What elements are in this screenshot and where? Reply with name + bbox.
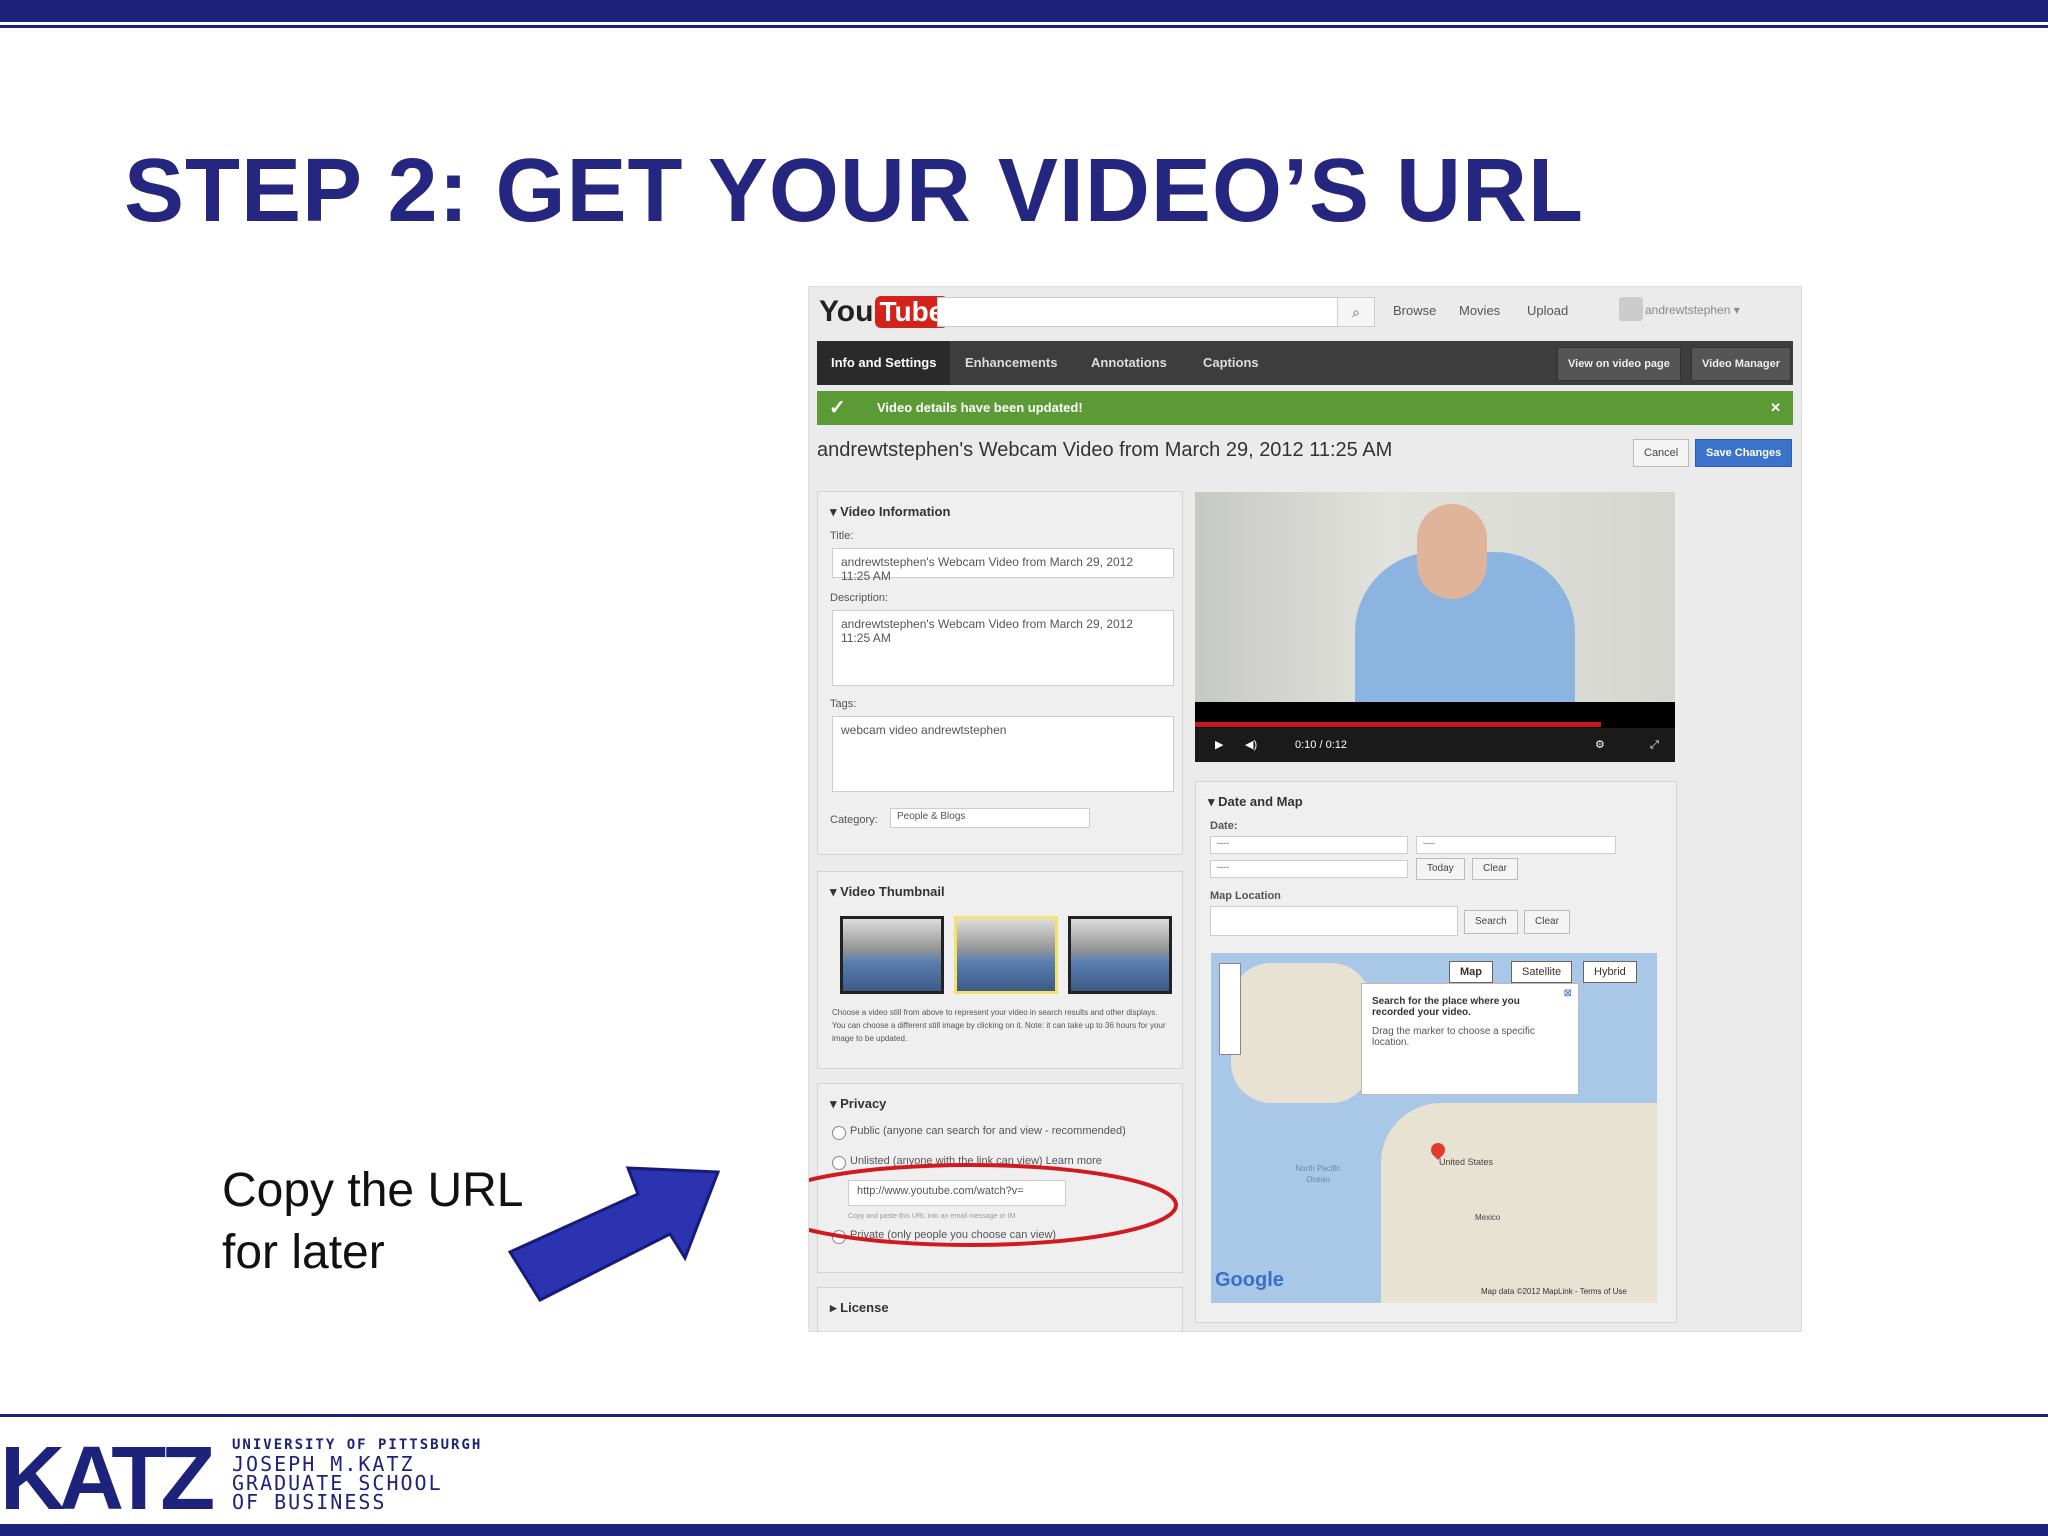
google-logo: Google [1215, 1269, 1284, 1291]
video-thumbnail-panel: ▾ Video Thumbnail Choose a video still f… [817, 871, 1183, 1069]
map-clear-button[interactable]: Clear [1524, 910, 1570, 934]
thumbnail-2[interactable] [954, 916, 1058, 994]
tab-info-settings[interactable]: Info and Settings [817, 341, 951, 385]
privacy-public-radio[interactable] [832, 1126, 846, 1140]
video-thumbnail-heading[interactable]: ▾ Video Thumbnail [830, 884, 945, 900]
view-on-video-page-button[interactable]: View on video page [1557, 347, 1681, 381]
slide-title: STEP 2: GET YOUR VIDEO’S URL [124, 141, 1584, 241]
success-message: Video details have been updated! [877, 400, 1083, 415]
map-data-credit[interactable]: Map data ©2012 MapLink - Terms of Use [1481, 1287, 1627, 1296]
description-label: Description: [830, 592, 889, 604]
map-mexico-label: Mexico [1475, 1213, 1501, 1222]
privacy-public-label: Public (anyone can search for and view -… [850, 1125, 1126, 1137]
thumbnail-1[interactable] [840, 916, 944, 994]
url-highlight-ellipse [809, 1163, 1178, 1247]
map-info-bubble: Search for the place where you recorded … [1361, 983, 1579, 1095]
nav-browse[interactable]: Browse [1393, 303, 1436, 318]
map-ocean-label: North Pacific Ocean [1295, 1164, 1341, 1184]
account-menu[interactable]: andrewtstephen ▾ [1645, 303, 1740, 317]
thumbnail-3[interactable] [1068, 916, 1172, 994]
description-field[interactable]: andrewtstephen's Webcam Video from March… [832, 610, 1174, 686]
thumbnail-help-2: You can choose a different still image b… [832, 1021, 1166, 1030]
today-button[interactable]: Today [1416, 858, 1465, 880]
cancel-button[interactable]: Cancel [1633, 439, 1690, 467]
map-type-hybrid[interactable]: Hybrid [1583, 961, 1637, 983]
close-icon[interactable]: ✕ [1770, 391, 1781, 425]
privacy-panel: ▾ Privacy Public (anyone can search for … [809, 1083, 1183, 1273]
save-changes-button[interactable]: Save Changes [1695, 439, 1793, 467]
tags-label: Tags: [830, 698, 857, 710]
title-field[interactable]: andrewtstephen's Webcam Video from March… [832, 548, 1174, 583]
callout-text: Copy the URL for later [222, 1160, 523, 1284]
video-person-head [1417, 504, 1487, 599]
thumbnail-help-1: Choose a video still from above to repre… [832, 1008, 1158, 1017]
license-panel: ▸ License [817, 1287, 1183, 1331]
category-select[interactable]: People & Blogs [890, 808, 1090, 828]
map-search-button[interactable]: Search [1464, 910, 1518, 934]
tab-annotations[interactable]: Annotations [1077, 341, 1181, 385]
date-select-2[interactable]: ---- [1416, 836, 1616, 854]
video-title: andrewtstephen's Webcam Video from March… [817, 439, 1393, 461]
video-information-heading[interactable]: ▾ Video Information [830, 504, 950, 520]
thumbnail-help-3: image to be updated. [832, 1034, 908, 1043]
map-location-label: Map Location [1210, 890, 1281, 902]
map[interactable]: Map Satellite Hybrid Search for the plac… [1211, 953, 1657, 1303]
map-type-satellite[interactable]: Satellite [1511, 961, 1573, 983]
bubble-close-icon[interactable]: ⊠ [1564, 988, 1572, 999]
avatar[interactable] [1619, 297, 1643, 321]
date-select-1[interactable]: ---- [1210, 836, 1408, 854]
footer-rule [0, 1414, 2048, 1417]
volume-icon[interactable]: ◀) [1245, 728, 1257, 762]
video-time: 0:10 / 0:12 [1295, 739, 1347, 751]
license-heading[interactable]: ▸ License [830, 1300, 889, 1316]
youtube-screenshot: You Tube ⌕ Browse Movies Upload andrewtst… [808, 286, 1802, 1332]
date-clear-button[interactable]: Clear [1472, 858, 1518, 880]
date-select-3[interactable]: ---- [1210, 860, 1408, 878]
play-icon[interactable]: ▶ [1215, 728, 1223, 762]
map-location-input[interactable] [1210, 906, 1458, 936]
map-country-label: United States [1439, 1157, 1494, 1167]
katz-logo: KATZ [0, 1429, 215, 1529]
video-controls: ▶ ◀) 0:10 / 0:12 ⚙ ⤢ [1195, 728, 1675, 762]
youtube-logo[interactable]: You Tube [819, 295, 949, 329]
date-label: Date: [1210, 820, 1238, 832]
school-name: UNIVERSITY OF PITTSBURGH JOSEPH M.KATZ G… [232, 1436, 482, 1512]
callout-line-2: for later [222, 1226, 385, 1279]
map-land [1381, 1103, 1657, 1303]
success-banner: ✓ Video details have been updated! ✕ [817, 391, 1793, 425]
search-input[interactable] [937, 297, 1339, 327]
video-manager-button[interactable]: Video Manager [1691, 347, 1792, 381]
map-land-north [1231, 963, 1371, 1103]
check-icon: ✓ [829, 397, 846, 419]
category-label: Category: [830, 814, 878, 826]
video-player[interactable]: ▶ ◀) 0:10 / 0:12 ⚙ ⤢ [1195, 492, 1675, 762]
arrow-icon [507, 1166, 721, 1302]
video-information-panel: ▾ Video Information Title: andrewtstephe… [817, 491, 1183, 855]
tab-bar: Info and Settings Enhancements Annotatio… [817, 341, 1793, 385]
map-zoom-control[interactable] [1219, 963, 1241, 1055]
tab-enhancements[interactable]: Enhancements [951, 341, 1071, 385]
title-label: Title: [830, 530, 854, 542]
logo-you: You [819, 295, 874, 328]
nav-upload[interactable]: Upload [1527, 303, 1568, 318]
tab-captions[interactable]: Captions [1189, 341, 1273, 385]
school-line-4: OF BUSINESS [232, 1490, 387, 1514]
date-map-heading[interactable]: ▾ Date and Map [1208, 794, 1303, 810]
tags-field[interactable]: webcam video andrewtstephen [832, 716, 1174, 792]
nav-movies[interactable]: Movies [1459, 303, 1500, 318]
privacy-heading[interactable]: ▾ Privacy [830, 1096, 886, 1112]
fullscreen-icon[interactable]: ⤢ [1650, 728, 1659, 762]
bottom-bar [0, 1524, 2048, 1536]
bubble-title: Search for the place where you recorded … [1372, 996, 1520, 1018]
top-bar [0, 0, 2048, 22]
top-rule [0, 25, 2048, 28]
search-icon[interactable]: ⌕ [1337, 297, 1375, 327]
callout-line-1: Copy the URL [222, 1164, 524, 1217]
settings-icon[interactable]: ⚙ [1595, 728, 1605, 762]
thumbnail-help: Choose a video still from above to repre… [832, 1006, 1178, 1045]
bubble-text: Drag the marker to choose a specific loc… [1372, 1026, 1535, 1048]
map-type-map[interactable]: Map [1449, 961, 1493, 983]
video-progress[interactable] [1195, 722, 1601, 727]
